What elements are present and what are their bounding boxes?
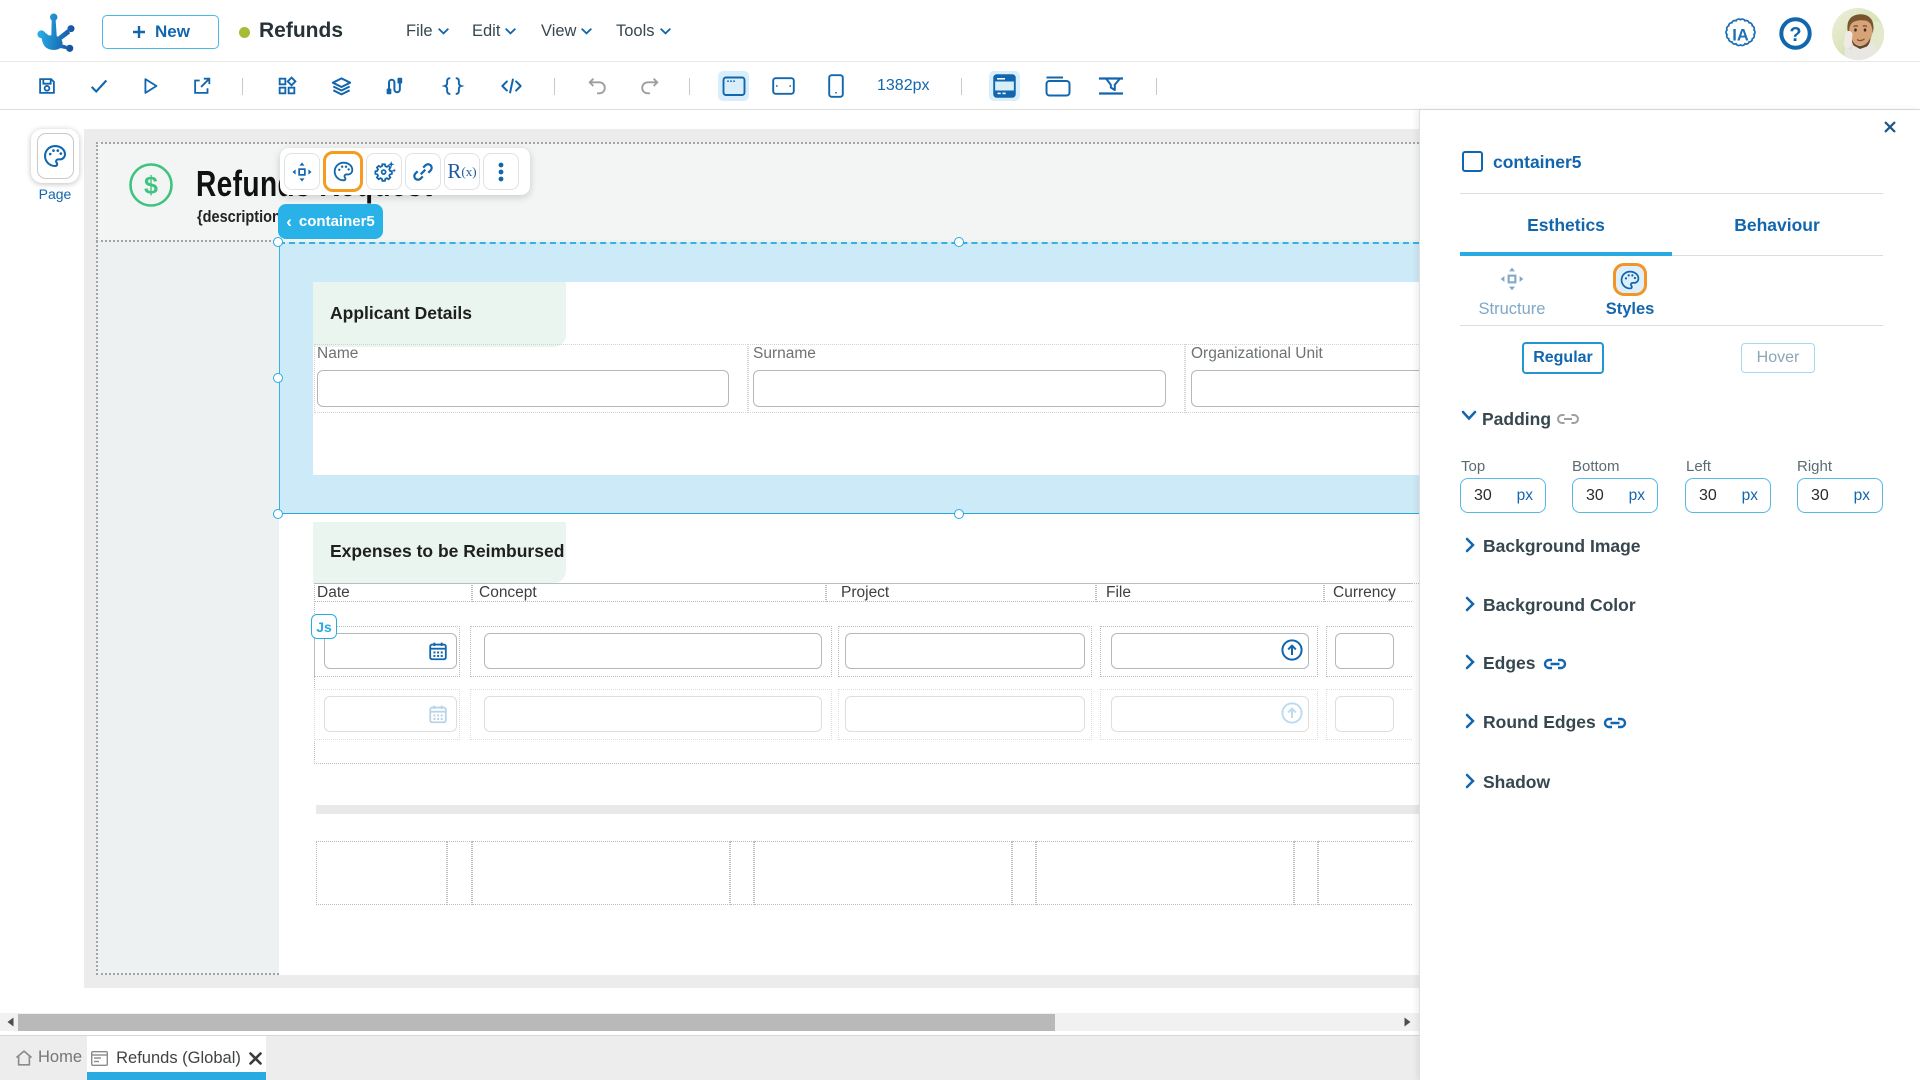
svg-text:IA: IA — [1732, 26, 1749, 44]
svg-text:$: $ — [144, 172, 158, 200]
svg-text:?: ? — [1789, 24, 1801, 46]
